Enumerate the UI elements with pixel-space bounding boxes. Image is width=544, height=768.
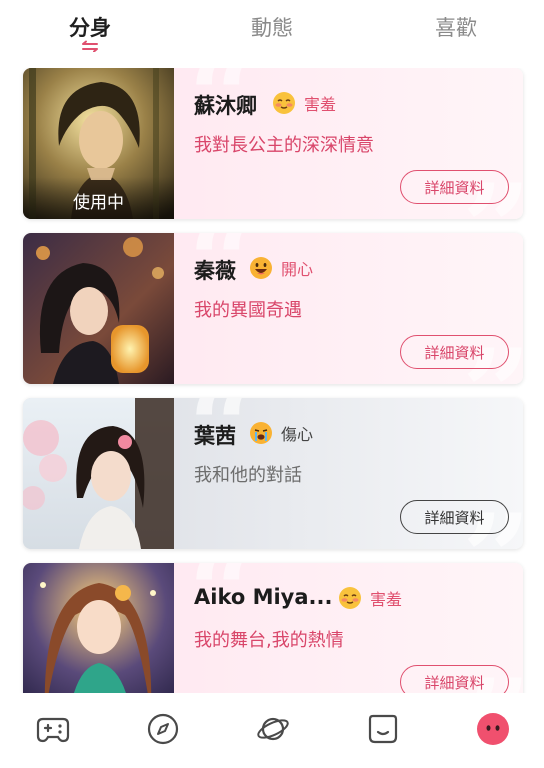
avatar-story-title: 我的異國奇遇 [194, 300, 302, 321]
details-button[interactable]: 詳細資料 [400, 500, 509, 534]
avatar-name: 葉茜 [194, 424, 236, 448]
avatar-list[interactable]: “ ” 使用中 蘇沐卿 [0, 68, 544, 693]
nav-games[interactable] [35, 711, 71, 747]
mood-indicator: 害羞 [272, 91, 336, 115]
avatar-portrait[interactable] [23, 563, 174, 693]
tab-likes[interactable]: 喜歡 [435, 12, 477, 42]
gamepad-icon [36, 717, 70, 743]
tab-feed[interactable]: 動態 [251, 12, 293, 42]
nav-discover[interactable] [145, 711, 181, 747]
tab-active-indicator-icon [79, 40, 101, 52]
chat-face-icon [368, 714, 398, 744]
nav-messages[interactable] [365, 711, 401, 747]
mood-label: 開心 [281, 260, 314, 279]
avatar-card[interactable]: “ ” 使用中 蘇沐卿 [23, 68, 523, 219]
avatar-name: 蘇沐卿 [194, 94, 257, 118]
nav-explore[interactable] [255, 711, 291, 747]
avatar-name: 秦薇 [194, 259, 236, 283]
mood-label: 傷心 [281, 425, 314, 444]
details-button[interactable]: 詳細資料 [400, 170, 509, 204]
compass-icon [147, 713, 179, 745]
avatar-portrait[interactable]: 使用中 [23, 68, 174, 219]
mood-label: 害羞 [304, 95, 337, 114]
bottom-navigation [0, 693, 544, 768]
blushing-face-icon [273, 92, 295, 114]
nav-profile[interactable] [475, 711, 511, 747]
in-use-label: 使用中 [23, 177, 174, 219]
avatar-story-title: 我的舞台,我的熱情 [194, 630, 344, 651]
details-button[interactable]: 詳細資料 [400, 335, 509, 369]
avatar-card[interactable]: “ ” Aiko Miya... [23, 563, 523, 693]
planet-icon [257, 717, 289, 741]
profile-face-icon [477, 713, 509, 745]
mood-indicator: 開心 [249, 256, 313, 280]
avatar-name: Aiko Miya... [194, 585, 333, 609]
avatar-story-title: 我和他的對話 [194, 465, 302, 486]
tab-avatars[interactable]: 分身 [69, 12, 111, 42]
avatar-card[interactable]: “ ” [23, 233, 523, 384]
details-button[interactable]: 詳細資料 [400, 665, 509, 693]
avatar-portrait[interactable] [23, 398, 174, 549]
avatar-story-title: 我對長公主的深深情意 [194, 135, 374, 156]
blushing-face-icon [339, 587, 361, 609]
mood-indicator: 傷心 [249, 421, 313, 445]
grinning-face-icon [250, 257, 272, 279]
mood-indicator: 害羞 [338, 586, 402, 610]
crying-face-icon [250, 422, 272, 444]
mood-label: 害羞 [370, 590, 403, 609]
avatar-portrait[interactable] [23, 233, 174, 384]
avatar-card[interactable]: “ ” 葉茜 [23, 398, 523, 549]
top-tabs: 分身 動態 喜歡 [0, 0, 544, 60]
